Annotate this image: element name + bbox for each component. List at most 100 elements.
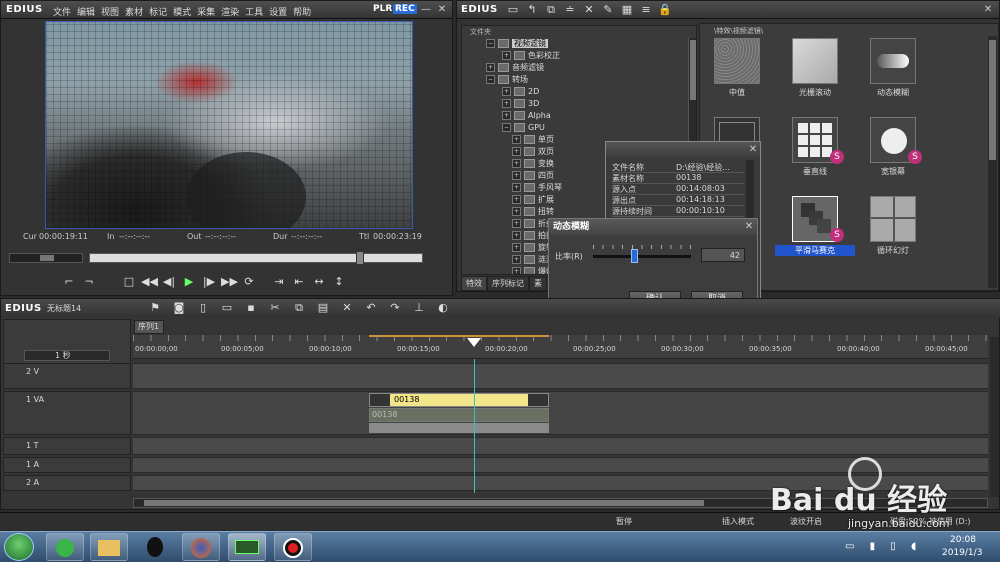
tab-effects[interactable]: 特效 — [461, 276, 487, 291]
paste-icon[interactable]: ▤ — [315, 301, 331, 315]
sequence-tab[interactable]: 序列1 — [134, 320, 164, 334]
track-header-1a[interactable]: 1 A — [3, 457, 131, 473]
tree-item-four-page[interactable]: + 四页 — [512, 170, 554, 182]
menu-capture[interactable]: 采集 — [197, 5, 215, 18]
playhead-marker[interactable] — [467, 338, 481, 347]
taskbar-edius-icon[interactable] — [228, 533, 266, 561]
tree-item-video-filters[interactable]: − 视频滤镜 — [486, 38, 548, 50]
track-1va[interactable] — [133, 391, 988, 435]
capture-icon[interactable]: ◙ — [171, 301, 187, 315]
render-icon[interactable]: ◐ — [435, 301, 451, 315]
ratio-slider[interactable] — [593, 245, 691, 263]
view-icon[interactable]: ▦ — [619, 3, 635, 17]
tree-item-3d[interactable]: +3D — [502, 98, 539, 110]
new-sequence-icon[interactable]: ⚑ — [147, 301, 163, 315]
menu-file[interactable]: 文件 — [53, 5, 71, 18]
lock-icon[interactable]: 🔒 — [657, 3, 673, 17]
rewind-icon[interactable]: ◀◀ — [141, 275, 158, 289]
track-2v[interactable] — [133, 363, 988, 389]
set-out-icon[interactable]: ¬ — [81, 275, 97, 289]
menu-settings[interactable]: 设置 — [269, 5, 287, 18]
tree-item-transitions[interactable]: − 转场 — [486, 74, 528, 86]
tree-item-alpha[interactable]: + Alpha — [502, 110, 551, 122]
stop-icon[interactable]: □ — [121, 275, 137, 289]
minimize-icon[interactable]: — — [419, 3, 433, 16]
layer-icon[interactable]: ≐ — [562, 3, 578, 17]
tree-item-accordion[interactable]: + 手风琴 — [512, 182, 562, 194]
list-icon[interactable]: ≡ — [638, 3, 654, 17]
step-back-icon[interactable]: ◀| — [161, 275, 177, 289]
tree-item-double-page[interactable]: + 双页 — [512, 146, 554, 158]
snap-icon[interactable]: ⊥ — [411, 301, 427, 315]
insert-to-timeline-icon[interactable]: ⇥ — [271, 275, 287, 289]
menu-clip[interactable]: 素材 — [125, 5, 143, 18]
delete-clip-icon[interactable]: ✕ — [339, 301, 355, 315]
taskbar-360-icon[interactable] — [46, 533, 84, 561]
effect-motion-blur-thumb[interactable] — [870, 38, 916, 84]
menu-view[interactable]: 视图 — [101, 5, 119, 18]
timeline-ruler[interactable]: 00:00:00;00 00:00:05;00 00:00:10;00 00:0… — [133, 335, 988, 359]
ratio-slider-handle[interactable] — [631, 249, 639, 263]
tree-item-transform[interactable]: + 变换 — [512, 158, 554, 170]
rec-toggle[interactable]: REC — [393, 4, 417, 14]
track-header-1t[interactable]: 1 T — [3, 437, 131, 455]
tab-sequence-markers[interactable]: 序列标记 — [487, 276, 529, 291]
position-slider[interactable] — [89, 251, 423, 265]
effects-scrollbar[interactable] — [988, 36, 997, 288]
plr-toggle[interactable]: PLR — [373, 4, 392, 14]
position-handle[interactable] — [356, 251, 364, 265]
menu-tools[interactable]: 工具 — [245, 5, 263, 18]
effect-raster-scroll-thumb[interactable] — [792, 38, 838, 84]
close-icon[interactable]: ✕ — [435, 3, 449, 16]
overwrite-to-timeline-icon[interactable]: ⇤ — [291, 275, 307, 289]
loop-icon[interactable]: ⟳ — [241, 275, 257, 289]
tab-clips[interactable]: 素 — [529, 276, 547, 291]
cut-icon[interactable]: ✂ — [267, 301, 283, 315]
fast-forward-icon[interactable]: ▶▶ — [221, 275, 238, 289]
tree-item-gpu[interactable]: − GPU — [502, 122, 545, 134]
tree-item-color-correction[interactable]: + 色彩校正 — [502, 50, 560, 62]
tree-item-2d[interactable]: +2D — [502, 86, 539, 98]
taskbar-firefox-icon[interactable] — [182, 533, 220, 561]
clock-time[interactable]: 20:08 — [950, 535, 976, 545]
info-close-icon[interactable]: ✕ — [746, 143, 760, 156]
effects-close-icon[interactable]: ✕ — [981, 3, 995, 16]
new-file-icon[interactable]: ▯ — [195, 301, 211, 315]
tree-item-single-page[interactable]: + 单页 — [512, 134, 554, 146]
menu-marker[interactable]: 标记 — [149, 5, 167, 18]
mark-icon[interactable]: ↕ — [331, 275, 347, 289]
taskbar-recorder-icon[interactable] — [274, 533, 312, 561]
track-header-2v[interactable]: 2 V — [3, 363, 131, 389]
track-header-2a[interactable]: 2 A — [3, 475, 131, 491]
menu-help[interactable]: 帮助 — [293, 5, 311, 18]
track-header-1va[interactable]: 1 VA — [3, 391, 131, 435]
delete-icon[interactable]: ✕ — [581, 3, 597, 17]
menu-edit[interactable]: 编辑 — [77, 5, 95, 18]
folder-icon[interactable]: ▭ — [505, 3, 521, 17]
redo-icon[interactable]: ↷ — [387, 301, 403, 315]
dialog-close-icon[interactable]: ✕ — [742, 220, 756, 233]
start-button[interactable] — [4, 533, 34, 561]
trim-icon[interactable]: ↔ — [311, 275, 327, 289]
timeline-clip-audio[interactable]: 00138 — [369, 408, 549, 422]
taskbar-qq-icon[interactable] — [136, 533, 174, 561]
effect-median-thumb[interactable] — [714, 38, 760, 84]
shuttle-slider[interactable] — [9, 253, 83, 263]
menu-mode[interactable]: 模式 — [173, 5, 191, 18]
track-1t[interactable] — [133, 437, 988, 455]
step-forward-icon[interactable]: |▶ — [201, 275, 217, 289]
copy-icon[interactable]: ⧉ — [543, 3, 559, 17]
effect-loop-slide-thumb[interactable] — [870, 196, 917, 243]
open-icon[interactable]: ▭ — [219, 301, 235, 315]
copy-clip-icon[interactable]: ⧉ — [291, 301, 307, 315]
timeline-clip[interactable]: 00138 — [369, 393, 549, 407]
properties-icon[interactable]: ✎ — [600, 3, 616, 17]
play-icon[interactable]: ▶ — [181, 275, 197, 289]
set-in-icon[interactable]: ⌐ — [61, 275, 77, 289]
tree-item-expand[interactable]: + 扩展 — [512, 194, 554, 206]
save-icon[interactable]: ▪ — [243, 301, 259, 315]
undo-icon[interactable]: ↶ — [363, 301, 379, 315]
menu-render[interactable]: 渲染 — [221, 5, 239, 18]
up-folder-icon[interactable]: ↰ — [524, 3, 540, 17]
scale-selector[interactable]: 1 秒 — [24, 350, 110, 361]
